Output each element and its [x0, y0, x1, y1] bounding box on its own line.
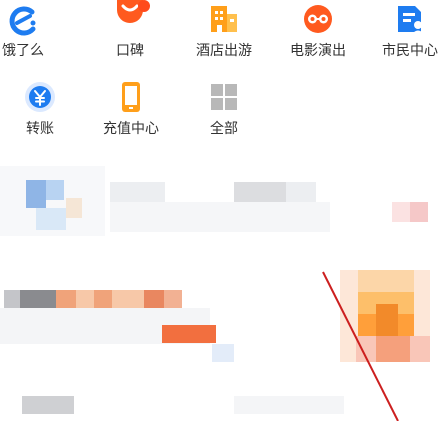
pixelated-text	[94, 290, 112, 308]
app-koubei[interactable]: 口碑	[85, 0, 175, 70]
pixelated-text	[110, 182, 165, 202]
pixelated-avatar	[66, 198, 82, 218]
pixelated-text	[234, 396, 344, 414]
app-hotel[interactable]: 酒店出游	[179, 0, 269, 70]
app-eleme[interactable]: 饿了么	[0, 0, 68, 70]
pixelated-text	[110, 202, 330, 232]
pixelated-text	[212, 344, 234, 362]
app-grid: 饿了么 口碑 酒店出游 电影演出 市民中心 转账 充值中心 全部	[0, 0, 445, 150]
app-label: 饿了么	[2, 43, 44, 59]
app-label: 口碑	[116, 43, 144, 59]
pixelated-text	[4, 290, 20, 308]
app-citizen-center[interactable]: 市民中心	[365, 0, 445, 70]
citizen-center-icon	[398, 6, 424, 34]
promo-badge	[138, 0, 150, 12]
app-label: 全部	[210, 121, 238, 137]
pixelated-image	[376, 336, 410, 362]
pixelated-text	[112, 290, 144, 308]
app-movie[interactable]: 电影演出	[273, 0, 363, 70]
pixelated-text	[76, 290, 94, 308]
app-label: 酒店出游	[196, 43, 252, 59]
app-recharge[interactable]: 充值中心	[86, 80, 176, 150]
pixelated-avatar	[36, 208, 66, 230]
pixelated-image	[376, 304, 398, 336]
app-label: 转账	[26, 121, 54, 137]
all-apps-icon	[211, 84, 237, 110]
pixelated-text	[234, 182, 286, 202]
pixelated-feed	[0, 160, 445, 421]
pixelated-text	[22, 396, 74, 414]
app-all[interactable]: 全部	[179, 80, 269, 150]
movie-icon	[304, 5, 332, 33]
pixelated-avatar	[26, 180, 46, 208]
pixelated-image	[358, 270, 414, 292]
app-transfer[interactable]: 转账	[0, 80, 85, 150]
app-label: 电影演出	[290, 43, 346, 59]
app-label: 充值中心	[103, 121, 159, 137]
recharge-icon	[122, 82, 140, 112]
pixelated-text	[56, 290, 76, 308]
app-label: 市民中心	[382, 43, 438, 59]
transfer-icon	[25, 82, 55, 112]
pixelated-text	[286, 182, 316, 202]
pixelated-text	[20, 290, 56, 308]
pixelated-text	[164, 290, 182, 308]
hotel-icon	[211, 6, 237, 32]
pixelated-price	[162, 325, 216, 343]
pixelated-text	[144, 290, 164, 308]
pixelated-avatar	[46, 180, 64, 200]
pixelated-badge	[410, 202, 428, 222]
eleme-icon	[9, 6, 36, 36]
